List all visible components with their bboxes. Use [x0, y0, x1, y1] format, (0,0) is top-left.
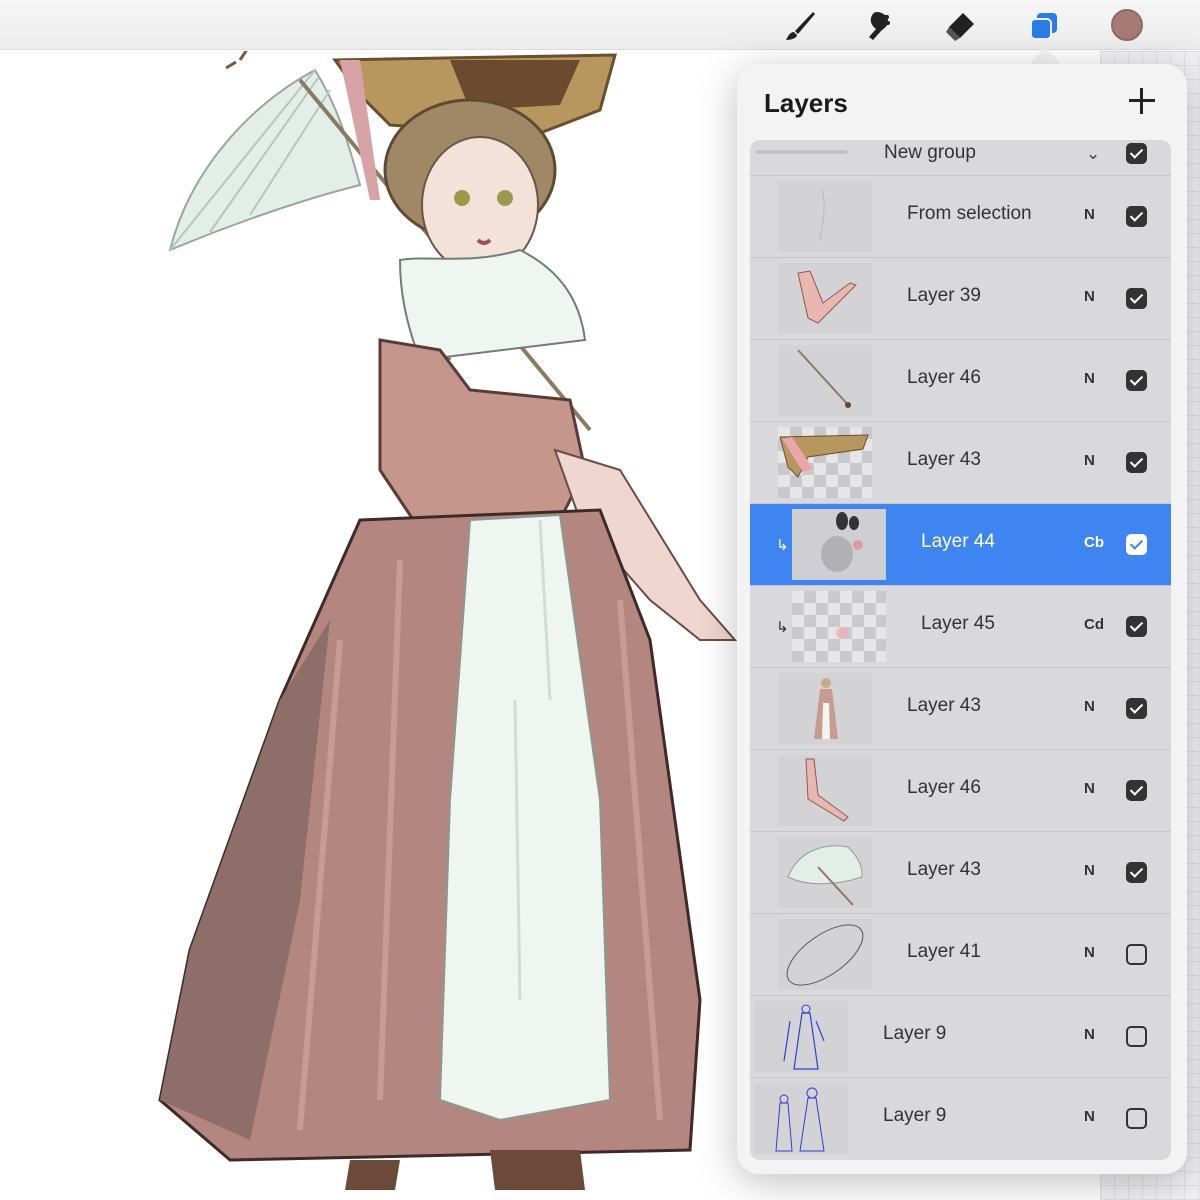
layer-list: New group ⌄ From selection N Layer 39 N: [750, 140, 1171, 1160]
layer-thumbnail: [778, 837, 872, 908]
visibility-checkbox[interactable]: [1126, 534, 1147, 555]
blend-mode[interactable]: N: [1084, 452, 1095, 469]
layer-group-row[interactable]: New group ⌄: [750, 140, 1171, 176]
visibility-checkbox[interactable]: [1126, 944, 1147, 965]
layer-row[interactable]: Layer 46 N: [750, 340, 1171, 422]
blend-mode[interactable]: N: [1084, 370, 1095, 387]
group-drag-handle[interactable]: [756, 150, 848, 154]
layer-row[interactable]: Layer 43 N: [750, 832, 1171, 914]
blend-mode[interactable]: N: [1084, 288, 1095, 305]
group-label: New group: [884, 142, 976, 163]
layer-row[interactable]: From selection N: [750, 176, 1171, 258]
visibility-checkbox[interactable]: [1126, 1108, 1147, 1129]
smudge-icon[interactable]: [858, 6, 898, 46]
layer-row[interactable]: Layer 43 N: [750, 668, 1171, 750]
layer-row[interactable]: Layer 39 N: [750, 258, 1171, 340]
layer-thumbnail: [778, 181, 872, 252]
visibility-checkbox[interactable]: [1126, 370, 1147, 391]
visibility-checkbox[interactable]: [1126, 1026, 1147, 1047]
layer-thumbnail: [754, 1001, 848, 1072]
blend-mode[interactable]: Cd: [1084, 616, 1104, 633]
layer-name: Layer 43: [907, 449, 981, 470]
visibility-checkbox[interactable]: [1126, 616, 1147, 637]
layer-name: Layer 39: [907, 285, 981, 306]
visibility-checkbox[interactable]: [1126, 288, 1147, 309]
layers-icon[interactable]: [1024, 6, 1064, 46]
top-toolbar: [0, 0, 1200, 50]
layer-name: Layer 46: [907, 777, 981, 798]
layer-name: Layer 41: [907, 941, 981, 962]
visibility-checkbox[interactable]: [1126, 698, 1147, 719]
clipping-mask-icon: ↳: [776, 619, 789, 636]
brush-icon[interactable]: [780, 6, 820, 46]
blend-mode[interactable]: N: [1084, 698, 1095, 715]
layer-thumbnail: [778, 263, 872, 334]
layer-thumbnail: [754, 1083, 848, 1154]
layer-row[interactable]: ↳ Layer 45 Cd: [750, 586, 1171, 668]
layer-name: Layer 44: [921, 531, 995, 552]
layer-name: Layer 43: [907, 695, 981, 716]
add-layer-button[interactable]: [1127, 86, 1157, 116]
layers-panel: Layers New group ⌄ From selection N Laye…: [737, 64, 1187, 1174]
clipping-mask-icon: ↳: [776, 537, 789, 554]
layer-thumbnail: [792, 509, 886, 580]
visibility-checkbox[interactable]: [1126, 452, 1147, 473]
layer-name: Layer 45: [921, 613, 995, 634]
layer-thumbnail: [778, 427, 872, 498]
visibility-checkbox[interactable]: [1126, 206, 1147, 227]
layer-row[interactable]: Layer 41 N: [750, 914, 1171, 996]
layer-thumbnail: [792, 591, 886, 662]
layer-thumbnail: [778, 755, 872, 826]
blend-mode[interactable]: N: [1084, 1026, 1095, 1043]
layer-row[interactable]: Layer 46 N: [750, 750, 1171, 832]
blend-mode[interactable]: N: [1084, 862, 1095, 879]
layer-thumbnail: [778, 919, 872, 990]
blend-mode[interactable]: N: [1084, 206, 1095, 223]
visibility-checkbox[interactable]: [1126, 780, 1147, 801]
layer-name: Layer 9: [883, 1105, 947, 1126]
visibility-checkbox[interactable]: [1126, 862, 1147, 883]
layer-name: Layer 9: [883, 1023, 947, 1044]
layer-row[interactable]: Layer 9 N: [750, 1078, 1171, 1160]
blend-mode[interactable]: N: [1084, 780, 1095, 797]
layer-row[interactable]: Layer 9 N: [750, 996, 1171, 1078]
eraser-icon[interactable]: [940, 6, 980, 46]
chevron-down-icon[interactable]: ⌄: [1086, 144, 1100, 164]
group-visibility-checkbox[interactable]: [1126, 143, 1147, 164]
layer-thumbnail: [778, 345, 872, 416]
color-swatch[interactable]: [1111, 9, 1143, 41]
layer-thumbnail: [778, 673, 872, 744]
blend-mode[interactable]: N: [1084, 1108, 1095, 1125]
layer-row-selected[interactable]: ↳ Layer 44 Cb: [750, 504, 1171, 586]
panel-title: Layers: [764, 88, 848, 118]
layer-name: Layer 43: [907, 859, 981, 880]
blend-mode[interactable]: N: [1084, 944, 1095, 961]
blend-mode[interactable]: Cb: [1084, 534, 1104, 551]
layer-name: Layer 46: [907, 367, 981, 388]
layer-name: From selection: [907, 203, 1032, 224]
layer-row[interactable]: Layer 43 N: [750, 422, 1171, 504]
